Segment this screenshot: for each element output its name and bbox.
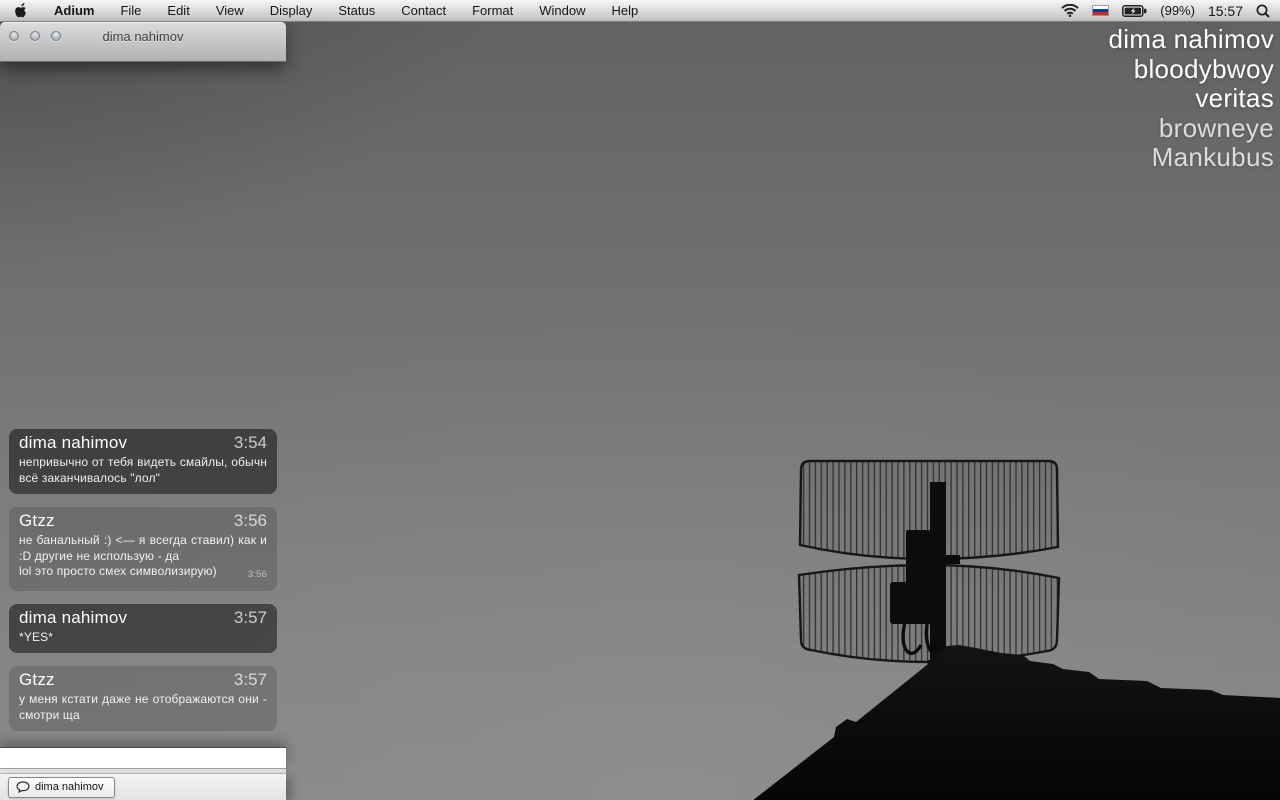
message-bubble: dima nahimov 3:57 *YES*	[9, 603, 277, 653]
message-bubble: dima nahimov 3:54 непривычно от тебя видет…	[9, 429, 277, 494]
message-sender: dima nahimov	[19, 433, 128, 452]
message-time: 3:56	[233, 511, 267, 530]
apple-logo-icon	[15, 3, 26, 18]
contact-mankubus[interactable]: Mankubus	[1109, 142, 1274, 173]
battery-charging-icon[interactable]	[1122, 4, 1147, 17]
message-sender: dima nahimov	[19, 607, 128, 627]
contact-dima-nahimov[interactable]: dima nahimov	[1109, 24, 1274, 55]
menu-items: Adium File Edit View Display Status Contact For…	[45, 0, 655, 21]
message-inline-time: 3:56	[247, 569, 267, 580]
message-text: у меня кстати даже не отображаются они -…	[19, 692, 267, 722]
battery-percent-label: (99%)	[1160, 3, 1195, 18]
apple-menu[interactable]	[0, 3, 45, 18]
spotlight-search-icon[interactable]	[1256, 4, 1270, 18]
tab-label: dima nahimov	[35, 781, 104, 793]
window-titlebar[interactable]: dima nahimov	[0, 22, 286, 62]
desktop: { "menu_bar": { "items": [ {"label": "Ad…	[0, 0, 1280, 800]
menu-item-display[interactable]: Display	[261, 0, 322, 21]
chat-bubble-icon	[16, 781, 30, 793]
menu-item-status[interactable]: Status	[329, 0, 384, 21]
menu-item-window[interactable]: Window	[530, 0, 594, 21]
message-history: dima nahimov 3:54 непривычно от тебя видет…	[0, 62, 286, 747]
menu-bar: Adium File Edit View Display Status Contact For…	[0, 0, 1280, 22]
message-time: 3:57	[233, 670, 267, 689]
contact-veritas[interactable]: veritas	[1109, 83, 1274, 114]
message-bubble: Gtzz 3:57 у меня кстати даже не отображают…	[9, 666, 277, 731]
menu-item-adium[interactable]: Adium	[45, 0, 103, 21]
message-bubble: Gtzz 3:56 не банальный :) <— я всегда став…	[9, 507, 277, 591]
menu-item-view[interactable]: View	[207, 0, 253, 21]
tab-bar: dima nahimov	[0, 774, 286, 800]
message-time: 3:54	[233, 433, 267, 452]
menu-clock[interactable]: 15:57	[1208, 3, 1243, 19]
message-text: 3:56 lol это просто смех символизирую)	[19, 564, 267, 580]
message-sender: Gtzz	[19, 670, 55, 689]
input-language-flag-russia-icon[interactable]	[1092, 5, 1110, 16]
window-title: dima nahimov	[102, 29, 184, 44]
menu-item-help[interactable]: Help	[602, 0, 647, 21]
message-input[interactable]	[0, 748, 286, 768]
message-time: 3:57	[233, 607, 267, 627]
menu-item-contact[interactable]: Contact	[392, 0, 455, 21]
menu-item-file[interactable]: File	[111, 0, 150, 21]
message-header: dima nahimov 3:57	[19, 608, 267, 628]
message-text: *YES*	[19, 629, 54, 644]
contact-browneye[interactable]: browneye	[1109, 113, 1274, 144]
message-input-row	[0, 747, 286, 769]
roof-silhouette	[753, 645, 1280, 800]
menu-status-area: (99%) 15:57	[1061, 3, 1280, 19]
message-header: Gtzz 3:57	[19, 670, 267, 690]
contact-list: dima nahimov bloodybwoy veritas browneye Man…	[1109, 24, 1274, 173]
wifi-icon[interactable]	[1061, 4, 1079, 17]
message-header: dima nahimov 3:54	[19, 433, 267, 453]
message-text: непривычно от тебя видеть смайлы, обычн …	[19, 455, 267, 485]
chat-tab-dima-nahimov[interactable]: dima nahimov	[8, 776, 116, 798]
message-header: Gtzz 3:56	[19, 511, 267, 531]
menu-item-edit[interactable]: Edit	[158, 0, 198, 21]
chat-window: dima nahimov dima nahimov 3:54 непривычно …	[0, 22, 286, 800]
message-text: не банальный :) <— я всегда ставил) как …	[19, 533, 267, 563]
contact-bloodybwoy[interactable]: bloodybwoy	[1109, 54, 1274, 85]
menu-item-format[interactable]: Format	[463, 0, 522, 21]
message-sender: Gtzz	[19, 511, 55, 530]
